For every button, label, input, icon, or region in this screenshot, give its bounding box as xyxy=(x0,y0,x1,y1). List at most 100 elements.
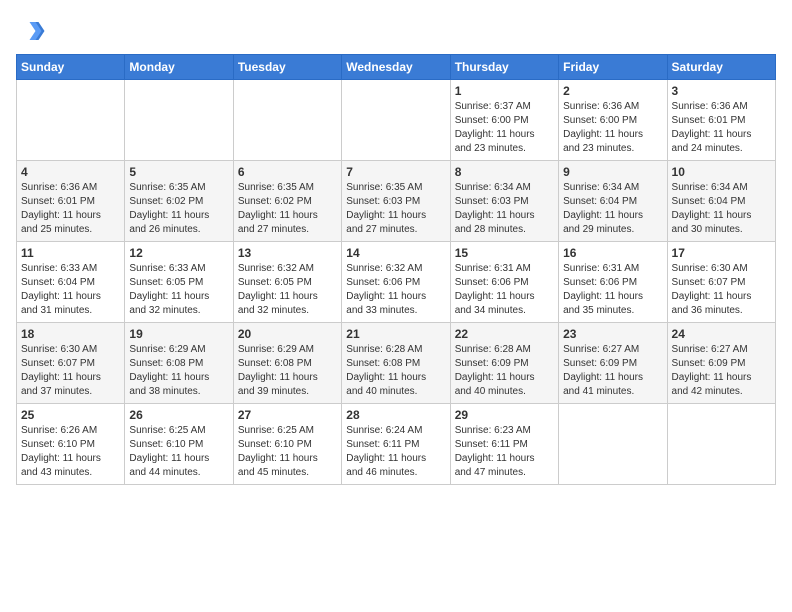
day-number: 9 xyxy=(563,165,662,179)
calendar-cell: 7 Sunrise: 6:35 AMSunset: 6:03 PMDaylight… xyxy=(342,161,450,242)
calendar-cell: 8 Sunrise: 6:34 AMSunset: 6:03 PMDaylight… xyxy=(450,161,558,242)
day-number: 15 xyxy=(455,246,554,260)
day-number: 20 xyxy=(238,327,337,341)
calendar-header-row: SundayMondayTuesdayWednesdayThursdayFrid… xyxy=(17,55,776,80)
calendar-table: SundayMondayTuesdayWednesdayThursdayFrid… xyxy=(16,54,776,485)
logo-icon xyxy=(16,16,46,46)
calendar-cell: 21 Sunrise: 6:28 AMSunset: 6:08 PMDayligh… xyxy=(342,323,450,404)
day-info: Sunrise: 6:28 AMSunset: 6:08 PMDaylight:… xyxy=(346,343,445,399)
calendar-day-header: Thursday xyxy=(450,55,558,80)
day-number: 19 xyxy=(129,327,228,341)
calendar-cell: 5 Sunrise: 6:35 AMSunset: 6:02 PMDaylight… xyxy=(125,161,233,242)
day-number: 24 xyxy=(672,327,771,341)
day-info: Sunrise: 6:34 AMSunset: 6:03 PMDaylight:… xyxy=(455,181,554,237)
day-info: Sunrise: 6:28 AMSunset: 6:09 PMDaylight:… xyxy=(455,343,554,399)
day-info: Sunrise: 6:33 AMSunset: 6:04 PMDaylight:… xyxy=(21,262,120,318)
day-number: 21 xyxy=(346,327,445,341)
calendar-cell: 25 Sunrise: 6:26 AMSunset: 6:10 PMDayligh… xyxy=(17,404,125,485)
day-number: 3 xyxy=(672,84,771,98)
calendar-week-row: 4 Sunrise: 6:36 AMSunset: 6:01 PMDaylight… xyxy=(17,161,776,242)
calendar-day-header: Tuesday xyxy=(233,55,341,80)
calendar-cell: 2 Sunrise: 6:36 AMSunset: 6:00 PMDaylight… xyxy=(559,80,667,161)
calendar-cell xyxy=(667,404,775,485)
day-number: 8 xyxy=(455,165,554,179)
calendar-cell xyxy=(342,80,450,161)
day-info: Sunrise: 6:30 AMSunset: 6:07 PMDaylight:… xyxy=(21,343,120,399)
day-number: 6 xyxy=(238,165,337,179)
calendar-cell: 13 Sunrise: 6:32 AMSunset: 6:05 PMDayligh… xyxy=(233,242,341,323)
day-number: 27 xyxy=(238,408,337,422)
day-info: Sunrise: 6:32 AMSunset: 6:05 PMDaylight:… xyxy=(238,262,337,318)
calendar-cell xyxy=(125,80,233,161)
calendar-cell: 18Sunrise: 6:30 AMSunset: 6:07 PMDayligh… xyxy=(17,323,125,404)
day-info: Sunrise: 6:34 AMSunset: 6:04 PMDaylight:… xyxy=(563,181,662,237)
calendar-cell: 10 Sunrise: 6:34 AMSunset: 6:04 PMDayligh… xyxy=(667,161,775,242)
day-info: Sunrise: 6:29 AMSunset: 6:08 PMDaylight:… xyxy=(238,343,337,399)
day-info: Sunrise: 6:36 AMSunset: 6:01 PMDaylight:… xyxy=(21,181,120,237)
calendar-week-row: 1 Sunrise: 6:37 AMSunset: 6:00 PMDaylight… xyxy=(17,80,776,161)
calendar-day-header: Saturday xyxy=(667,55,775,80)
calendar-cell xyxy=(233,80,341,161)
calendar-cell: 1 Sunrise: 6:37 AMSunset: 6:00 PMDaylight… xyxy=(450,80,558,161)
calendar-day-header: Wednesday xyxy=(342,55,450,80)
calendar-cell: 29 Sunrise: 6:23 AMSunset: 6:11 PMDayligh… xyxy=(450,404,558,485)
day-info: Sunrise: 6:25 AMSunset: 6:10 PMDaylight:… xyxy=(129,424,228,480)
day-number: 14 xyxy=(346,246,445,260)
page-header xyxy=(16,16,776,46)
day-number: 23 xyxy=(563,327,662,341)
calendar-cell: 6Sunrise: 6:35 AMSunset: 6:02 PMDaylight… xyxy=(233,161,341,242)
calendar-cell: 23 Sunrise: 6:27 AMSunset: 6:09 PMDayligh… xyxy=(559,323,667,404)
day-number: 2 xyxy=(563,84,662,98)
calendar-week-row: 18Sunrise: 6:30 AMSunset: 6:07 PMDayligh… xyxy=(17,323,776,404)
day-number: 17 xyxy=(672,246,771,260)
calendar-cell: 4 Sunrise: 6:36 AMSunset: 6:01 PMDaylight… xyxy=(17,161,125,242)
calendar-day-header: Monday xyxy=(125,55,233,80)
day-number: 10 xyxy=(672,165,771,179)
day-info: Sunrise: 6:29 AMSunset: 6:08 PMDaylight:… xyxy=(129,343,228,399)
day-info: Sunrise: 6:24 AMSunset: 6:11 PMDaylight:… xyxy=(346,424,445,480)
calendar-cell: 28Sunrise: 6:24 AMSunset: 6:11 PMDayligh… xyxy=(342,404,450,485)
day-info: Sunrise: 6:27 AMSunset: 6:09 PMDaylight:… xyxy=(563,343,662,399)
day-info: Sunrise: 6:34 AMSunset: 6:04 PMDaylight:… xyxy=(672,181,771,237)
calendar-cell xyxy=(17,80,125,161)
day-info: Sunrise: 6:31 AMSunset: 6:06 PMDaylight:… xyxy=(455,262,554,318)
day-number: 26 xyxy=(129,408,228,422)
day-number: 4 xyxy=(21,165,120,179)
calendar-cell: 14 Sunrise: 6:32 AMSunset: 6:06 PMDayligh… xyxy=(342,242,450,323)
day-info: Sunrise: 6:36 AMSunset: 6:01 PMDaylight:… xyxy=(672,100,771,156)
calendar-day-header: Friday xyxy=(559,55,667,80)
calendar-cell: 20 Sunrise: 6:29 AMSunset: 6:08 PMDayligh… xyxy=(233,323,341,404)
day-info: Sunrise: 6:30 AMSunset: 6:07 PMDaylight:… xyxy=(672,262,771,318)
day-info: Sunrise: 6:36 AMSunset: 6:00 PMDaylight:… xyxy=(563,100,662,156)
calendar-cell: 22Sunrise: 6:28 AMSunset: 6:09 PMDayligh… xyxy=(450,323,558,404)
day-info: Sunrise: 6:26 AMSunset: 6:10 PMDaylight:… xyxy=(21,424,120,480)
logo xyxy=(16,16,50,46)
calendar-cell: 9 Sunrise: 6:34 AMSunset: 6:04 PMDaylight… xyxy=(559,161,667,242)
day-info: Sunrise: 6:27 AMSunset: 6:09 PMDaylight:… xyxy=(672,343,771,399)
day-number: 1 xyxy=(455,84,554,98)
day-info: Sunrise: 6:32 AMSunset: 6:06 PMDaylight:… xyxy=(346,262,445,318)
calendar-cell: 17 Sunrise: 6:30 AMSunset: 6:07 PMDayligh… xyxy=(667,242,775,323)
day-number: 5 xyxy=(129,165,228,179)
calendar-week-row: 11Sunrise: 6:33 AMSunset: 6:04 PMDayligh… xyxy=(17,242,776,323)
day-info: Sunrise: 6:31 AMSunset: 6:06 PMDaylight:… xyxy=(563,262,662,318)
calendar-cell xyxy=(559,404,667,485)
day-number: 29 xyxy=(455,408,554,422)
day-number: 13 xyxy=(238,246,337,260)
day-info: Sunrise: 6:33 AMSunset: 6:05 PMDaylight:… xyxy=(129,262,228,318)
day-number: 7 xyxy=(346,165,445,179)
day-number: 25 xyxy=(21,408,120,422)
calendar-cell: 27 Sunrise: 6:25 AMSunset: 6:10 PMDayligh… xyxy=(233,404,341,485)
calendar-day-header: Sunday xyxy=(17,55,125,80)
day-info: Sunrise: 6:25 AMSunset: 6:10 PMDaylight:… xyxy=(238,424,337,480)
day-info: Sunrise: 6:23 AMSunset: 6:11 PMDaylight:… xyxy=(455,424,554,480)
calendar-cell: 26 Sunrise: 6:25 AMSunset: 6:10 PMDayligh… xyxy=(125,404,233,485)
day-info: Sunrise: 6:35 AMSunset: 6:02 PMDaylight:… xyxy=(129,181,228,237)
calendar-cell: 15 Sunrise: 6:31 AMSunset: 6:06 PMDayligh… xyxy=(450,242,558,323)
day-info: Sunrise: 6:37 AMSunset: 6:00 PMDaylight:… xyxy=(455,100,554,156)
day-number: 16 xyxy=(563,246,662,260)
day-info: Sunrise: 6:35 AMSunset: 6:03 PMDaylight:… xyxy=(346,181,445,237)
calendar-cell: 19 Sunrise: 6:29 AMSunset: 6:08 PMDayligh… xyxy=(125,323,233,404)
calendar-cell: 12Sunrise: 6:33 AMSunset: 6:05 PMDayligh… xyxy=(125,242,233,323)
calendar-cell: 16 Sunrise: 6:31 AMSunset: 6:06 PMDayligh… xyxy=(559,242,667,323)
